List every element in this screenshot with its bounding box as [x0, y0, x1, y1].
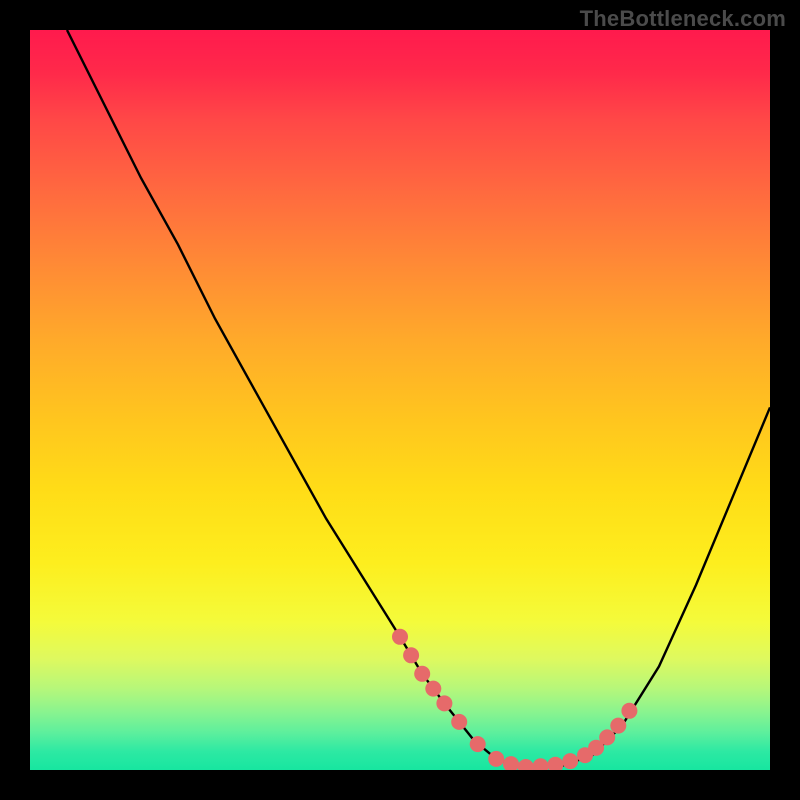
highlight-dot	[518, 759, 534, 770]
highlight-dot	[451, 714, 467, 730]
highlight-dot	[436, 695, 452, 711]
plot-area	[30, 30, 770, 770]
highlight-dot	[392, 629, 408, 645]
highlight-dot	[414, 666, 430, 682]
highlight-dot	[547, 757, 563, 770]
highlight-dot	[470, 736, 486, 752]
highlight-dot	[562, 753, 578, 769]
highlight-dot	[610, 718, 626, 734]
highlight-dot	[599, 729, 615, 745]
highlight-dot	[403, 647, 419, 663]
highlight-dots-group	[392, 629, 637, 770]
highlight-dot	[503, 756, 519, 770]
highlight-dot	[425, 681, 441, 697]
watermark-text: TheBottleneck.com	[580, 6, 786, 32]
chart-svg	[30, 30, 770, 770]
chart-frame: TheBottleneck.com	[0, 0, 800, 800]
highlight-dot	[533, 758, 549, 770]
highlight-dot	[488, 751, 504, 767]
highlight-dot	[621, 703, 637, 719]
